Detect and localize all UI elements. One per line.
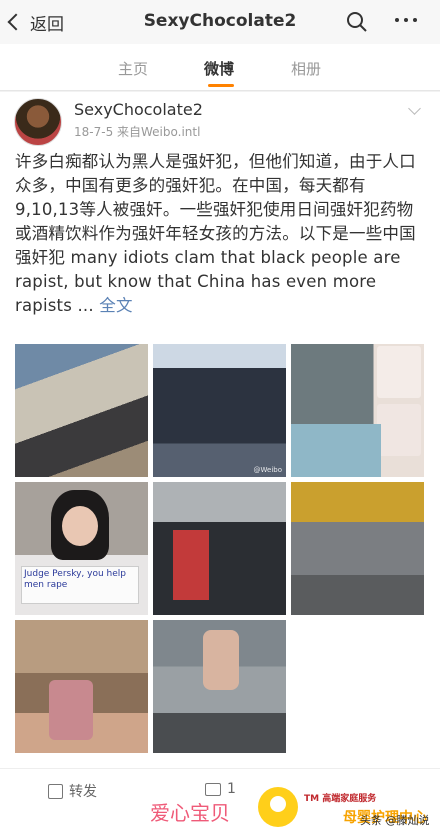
post-username[interactable]: SexyChocolate2 [74,100,203,119]
full-text-link[interactable]: 全文 [99,296,132,315]
page-title: SexyChocolate2 [143,11,297,31]
brand-logo-icon [258,787,298,827]
photo-7[interactable] [15,620,148,753]
photo-5[interactable] [153,482,286,615]
photo-watermark: @Weibo [253,466,283,474]
post-meta: 18-7-5 来自Weibo.intl [74,125,201,139]
active-tab-indicator [208,84,234,87]
tab-home[interactable]: 主页 [118,58,148,79]
photo-4[interactable]: Judge Persky, you help men rape [15,482,148,615]
source-credit: 头条 @滕灿说 [360,814,430,827]
chevron-down-icon[interactable] [408,102,421,115]
brand-tm: TM 高端家庭服务 [304,794,377,804]
post-body: 许多白痴都认为黑人是强奸犯，但他们知道，由于人口众多，中国有更多的强奸犯。在中国… [15,152,416,315]
photo-3[interactable] [291,344,424,477]
tab-album[interactable]: 相册 [291,58,321,79]
post-text: 许多白痴都认为黑人是强奸犯，但他们知道，由于人口众多，中国有更多的强奸犯。在中国… [15,150,427,318]
more-icon[interactable] [395,18,417,22]
brand-left: 爱心宝贝 [150,801,230,825]
profile-tabs: 主页 微博 相册 [0,44,440,91]
photo-8[interactable] [153,620,286,753]
protest-sign: Judge Persky, you help men rape [21,566,139,604]
photo-2[interactable]: @Weibo [153,344,286,477]
photo-6[interactable] [291,482,424,615]
nav-bar: 返回 SexyChocolate2 [0,0,440,44]
tab-weibo[interactable]: 微博 [204,58,234,79]
search-icon[interactable] [346,11,368,33]
post-card: SexyChocolate2 18-7-5 来自Weibo.intl 许多白痴都… [0,92,440,834]
photo-1[interactable] [15,344,148,477]
avatar[interactable] [14,98,62,146]
